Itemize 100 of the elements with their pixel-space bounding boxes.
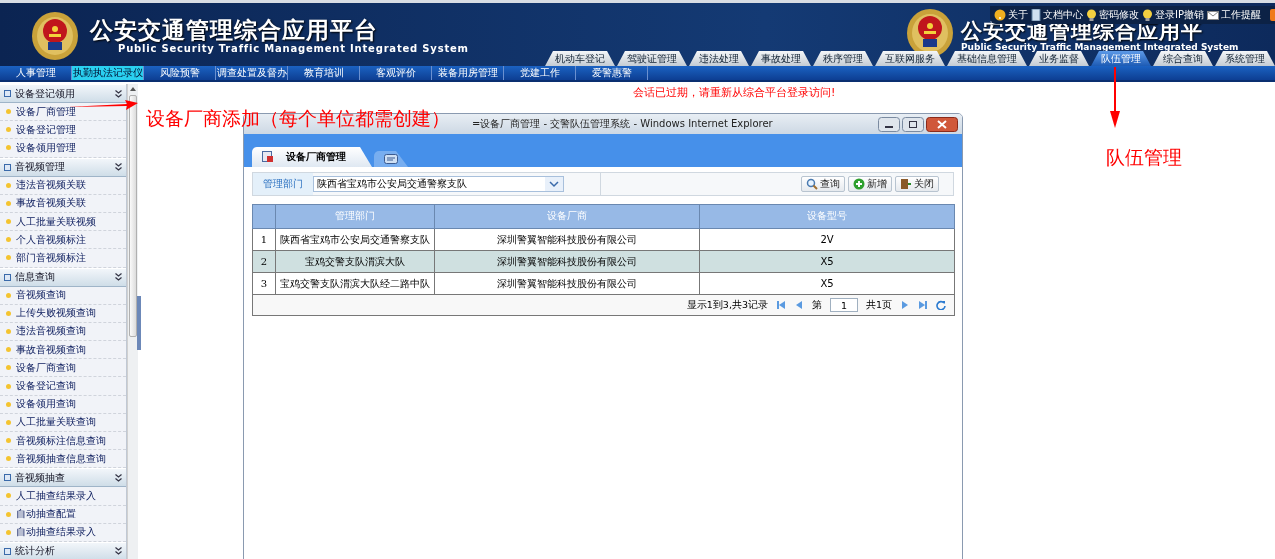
header-link[interactable]: 工作提醒 bbox=[1207, 8, 1261, 22]
page-icon bbox=[262, 151, 274, 163]
toolbar-button[interactable]: 新增 bbox=[848, 176, 892, 192]
nav-tab[interactable]: 党建工作 bbox=[504, 66, 576, 80]
department-select[interactable]: 陕西省宝鸡市公安局交通警察支队 bbox=[313, 176, 564, 192]
sidebar-item[interactable]: 人工抽查结果录入 bbox=[0, 487, 127, 506]
table-row[interactable]: 2 宝鸡交警支队渭滨大队 深圳警翼智能科技股份有限公司 X5 bbox=[252, 250, 955, 273]
close-icon[interactable] bbox=[926, 116, 958, 132]
table-cell: 宝鸡交警支队渭滨大队经二路中队 bbox=[275, 272, 435, 295]
sidebar-item[interactable]: 上传失败视频查询 bbox=[0, 304, 127, 323]
module-tab[interactable]: 驾驶证管理 bbox=[617, 51, 687, 66]
collapse-icon bbox=[4, 273, 11, 281]
sidebar-group-header[interactable]: 音视频管理 bbox=[0, 157, 127, 177]
first-page-icon[interactable] bbox=[775, 300, 786, 310]
module-tab[interactable]: 机动车登记 bbox=[545, 51, 615, 66]
page-input[interactable]: 1 bbox=[829, 298, 858, 312]
sidebar-group-header[interactable]: 统计分析 bbox=[0, 541, 127, 559]
group-title: 音视频抽查 bbox=[15, 470, 66, 485]
sidebar-item[interactable]: 设备领用管理 bbox=[0, 139, 127, 158]
nav-tab[interactable]: 客观评价 bbox=[360, 66, 432, 80]
page-tab[interactable] bbox=[374, 151, 408, 167]
chevron-icon bbox=[115, 89, 123, 98]
header-link[interactable]: 关于 bbox=[994, 8, 1028, 22]
chevron-icon bbox=[115, 547, 123, 556]
app-subtitle: Public Security Traffic Management Integrated System bbox=[118, 42, 469, 54]
maximize-icon[interactable] bbox=[902, 116, 924, 132]
sidebar-item[interactable]: 音视频标注信息查询 bbox=[0, 432, 127, 451]
door-icon bbox=[900, 178, 912, 190]
bullet-icon bbox=[6, 292, 11, 298]
sidebar-item[interactable]: 部门音视频标注 bbox=[0, 249, 127, 268]
module-tab[interactable]: 系统管理 bbox=[1215, 51, 1275, 66]
scroll-up-icon[interactable] bbox=[129, 86, 138, 92]
table-row[interactable]: 1 陕西省宝鸡市公安局交通警察支队 深圳警翼智能科技股份有限公司 2V bbox=[252, 228, 955, 251]
toolbar-button[interactable]: 关闭 bbox=[895, 176, 939, 192]
sidebar-item[interactable]: 事故音视频查询 bbox=[0, 341, 127, 360]
module-tab[interactable]: 队伍管理 bbox=[1091, 51, 1151, 66]
page-label: 第 bbox=[811, 298, 822, 312]
table-cell: X5 bbox=[699, 250, 955, 273]
module-tab[interactable]: 事故处理 bbox=[751, 51, 811, 66]
chevron-icon bbox=[115, 473, 123, 482]
sidebar-item[interactable]: 违法音视频关联 bbox=[0, 176, 127, 195]
module-tab[interactable]: 综合查询 bbox=[1153, 51, 1213, 66]
lightbulb-icon bbox=[1142, 9, 1153, 21]
page-tab[interactable]: 设备厂商管理 bbox=[252, 147, 372, 167]
dropdown-icon bbox=[545, 177, 563, 191]
nav-tab[interactable]: 教育培训 bbox=[288, 66, 360, 80]
module-tab[interactable]: 违法处理 bbox=[689, 51, 749, 66]
module-tab[interactable]: 互联网服务 bbox=[875, 51, 945, 66]
module-tab[interactable]: 基础信息管理 bbox=[947, 51, 1027, 66]
app-title: 公安交通管理综合应用平台 bbox=[90, 16, 379, 43]
row-number: 1 bbox=[252, 228, 276, 251]
sidebar-item[interactable]: 音视频查询 bbox=[0, 286, 127, 305]
sidebar-group-header[interactable]: 音视频抽查 bbox=[0, 468, 127, 488]
collapse-icon bbox=[4, 547, 11, 555]
sidebar-item[interactable]: 设备登记查询 bbox=[0, 377, 127, 396]
magnifier-icon bbox=[806, 178, 818, 190]
bullet-icon bbox=[6, 493, 11, 499]
next-page-icon[interactable] bbox=[900, 300, 910, 310]
field-label: 管理部门 bbox=[253, 173, 313, 195]
bullet-icon bbox=[6, 438, 11, 444]
table-cell: X5 bbox=[699, 272, 955, 295]
splitter-handle[interactable] bbox=[137, 295, 141, 350]
emblem-icon bbox=[30, 9, 80, 61]
nav-tab[interactable]: 调查处置及督办 bbox=[216, 66, 288, 80]
table-cell: 深圳警翼智能科技股份有限公司 bbox=[434, 272, 700, 295]
sidebar-group-header[interactable]: 信息查询 bbox=[0, 267, 127, 287]
nav-tab[interactable]: 装备用房管理 bbox=[432, 66, 504, 80]
module-tab[interactable]: 业务监督 bbox=[1029, 51, 1089, 66]
window-title: =设备厂商管理 - 交警队伍管理系统 - Windows Internet Explorer bbox=[472, 117, 774, 131]
bullet-icon bbox=[6, 383, 11, 389]
bullet-icon bbox=[6, 511, 11, 517]
sidebar-item[interactable]: 设备登记管理 bbox=[0, 121, 127, 140]
scrollbar[interactable] bbox=[127, 84, 138, 559]
app-subtitle: Public Security Traffic Management Integrated System bbox=[961, 42, 1239, 52]
sidebar-item[interactable]: 人工批量关联视频 bbox=[0, 212, 127, 232]
header-link[interactable]: 密码修改 bbox=[1086, 8, 1139, 22]
group-title: 设备登记领用 bbox=[15, 86, 76, 101]
bullet-icon bbox=[6, 529, 11, 535]
sidebar-item[interactable]: 自动抽查配置 bbox=[0, 505, 127, 524]
refresh-icon[interactable] bbox=[936, 300, 946, 310]
bullet-icon bbox=[6, 310, 11, 316]
header-link[interactable]: 登录IP撤销 bbox=[1142, 8, 1204, 22]
bullet-icon bbox=[6, 456, 11, 462]
sidebar-item[interactable]: 事故音视频关联 bbox=[0, 194, 127, 213]
sidebar-item[interactable]: 自动抽查结果录入 bbox=[0, 523, 127, 542]
sidebar-group-header[interactable]: 设备登记领用 bbox=[0, 84, 127, 103]
sidebar-item[interactable]: 设备领用查询 bbox=[0, 395, 127, 414]
sidebar-item[interactable]: 个人音视频标注 bbox=[0, 231, 127, 250]
toolbar-button[interactable]: 查询 bbox=[801, 176, 845, 192]
last-page-icon[interactable] bbox=[918, 300, 928, 310]
table-row[interactable]: 3 宝鸡交警支队渭滨大队经二路中队 深圳警翼智能科技股份有限公司 X5 bbox=[252, 272, 955, 295]
nav-tab[interactable]: 风险预警 bbox=[144, 66, 216, 80]
header-link[interactable]: 文档中心 bbox=[1031, 8, 1083, 22]
sidebar-item[interactable]: 违法音视频查询 bbox=[0, 322, 127, 342]
module-tab[interactable]: 秩序管理 bbox=[813, 51, 873, 66]
nav-tab[interactable]: 爱警惠警 bbox=[576, 66, 648, 80]
sidebar-item[interactable]: 设备厂商查询 bbox=[0, 359, 127, 378]
nav-tab[interactable]: 执勤执法记录仪 bbox=[72, 66, 144, 80]
sidebar-item[interactable]: 人工批量关联查询 bbox=[0, 413, 127, 432]
minimize-icon[interactable] bbox=[878, 116, 900, 132]
